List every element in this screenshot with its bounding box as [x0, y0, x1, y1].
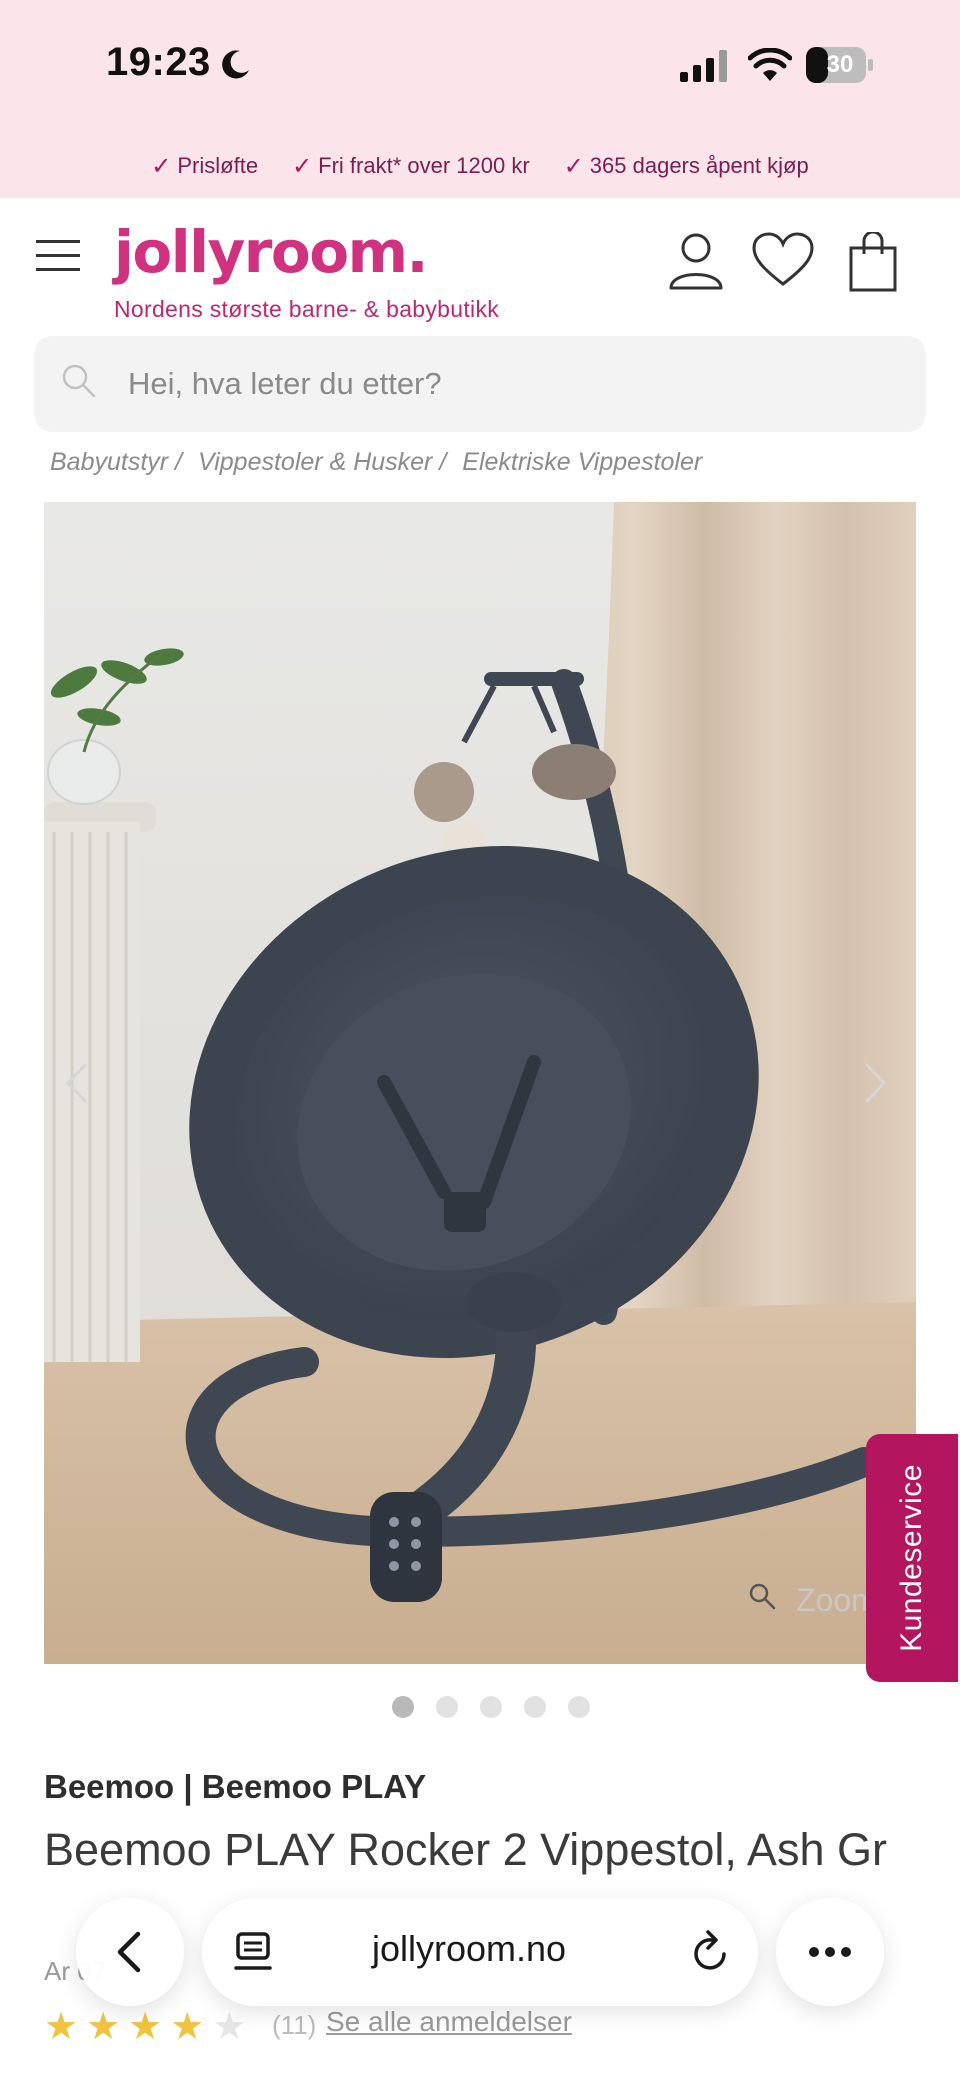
product-image[interactable] [44, 502, 916, 1664]
star-icon: ★ [44, 2006, 79, 2048]
cellular-signal-icon [680, 50, 727, 82]
star-icon: ★ [86, 2006, 121, 2048]
gallery-dot[interactable] [392, 1696, 414, 1718]
gallery-pagination [392, 1696, 590, 1718]
gallery-dot[interactable] [568, 1696, 590, 1718]
promo-text: Prisløfte [177, 153, 259, 178]
gallery-dot[interactable] [480, 1696, 502, 1718]
zoom-icon[interactable] [748, 1582, 776, 1610]
star-icon: ★ [128, 2006, 163, 2048]
breadcrumb: Babyutstyr / Vippestoler & Husker / Elek… [50, 448, 702, 477]
review-count: (11) [272, 2010, 317, 2040]
promo-bar: ✓ Prisløfte ✓ Fri frakt* over 1200 kr ✓ … [0, 148, 960, 184]
customer-service-label-wrap[interactable]: Kundeservice [866, 1434, 958, 1682]
next-image-chevron-icon[interactable] [860, 1060, 890, 1106]
rating-stars[interactable]: ★ ★ ★ ★ ★ [44, 2004, 246, 2049]
search-placeholder: Hei, hva leter du etter? [128, 366, 442, 401]
moon-icon [222, 50, 249, 79]
breadcrumb-item[interactable]: Elektriske Vippestoler [462, 448, 702, 477]
wifi-icon [748, 48, 792, 81]
ellipsis-icon[interactable] [806, 1940, 854, 1964]
star-empty-icon: ★ [212, 2006, 247, 2048]
breadcrumb-item[interactable]: Babyutstyr / [50, 448, 182, 477]
heart-icon[interactable] [752, 232, 814, 288]
battery-level: 30 [826, 51, 854, 78]
customer-service-label[interactable]: Kundeservice [895, 1464, 929, 1652]
reload-icon[interactable] [688, 1928, 732, 1976]
account-icon[interactable] [668, 232, 724, 290]
promo-item: ✓ Prisløfte [151, 148, 258, 184]
search-icon [62, 364, 96, 398]
product-title: Beemoo PLAY Rocker 2 Vippestol, Ash Gr [44, 1824, 887, 1875]
shopping-bag-icon[interactable] [848, 232, 898, 292]
check-icon: ✓ [151, 152, 172, 180]
gallery-dot[interactable] [524, 1696, 546, 1718]
see-all-reviews-link[interactable]: Se alle anmeldelser [326, 2006, 572, 2038]
gallery-dot[interactable] [436, 1696, 458, 1718]
promo-text: Fri frakt* over 1200 kr [318, 153, 530, 178]
star-icon: ★ [170, 2006, 205, 2048]
check-icon: ✓ [563, 152, 584, 180]
breadcrumb-item[interactable]: Vippestoler & Husker / [198, 448, 446, 477]
logo[interactable]: jollyroom. [114, 218, 429, 286]
promo-item: ✓ Fri frakt* over 1200 kr [292, 148, 530, 184]
product-brand[interactable]: Beemoo | Beemoo PLAY [44, 1768, 426, 1806]
promo-text: 365 dagers åpent kjøp [589, 153, 809, 178]
chevron-left-icon[interactable] [104, 1926, 156, 1978]
previous-image-chevron-icon[interactable] [62, 1060, 92, 1106]
promo-item: ✓ 365 dagers åpent kjøp [564, 148, 809, 184]
hamburger-menu-icon[interactable] [36, 238, 80, 274]
reader-tabs-icon[interactable] [232, 1928, 276, 1976]
tagline: Nordens største barne- & babybutikk [114, 296, 500, 322]
check-icon: ✓ [292, 152, 313, 180]
status-time: 19:23 [106, 40, 211, 84]
browser-url[interactable]: jollyroom.no [372, 1928, 566, 1970]
